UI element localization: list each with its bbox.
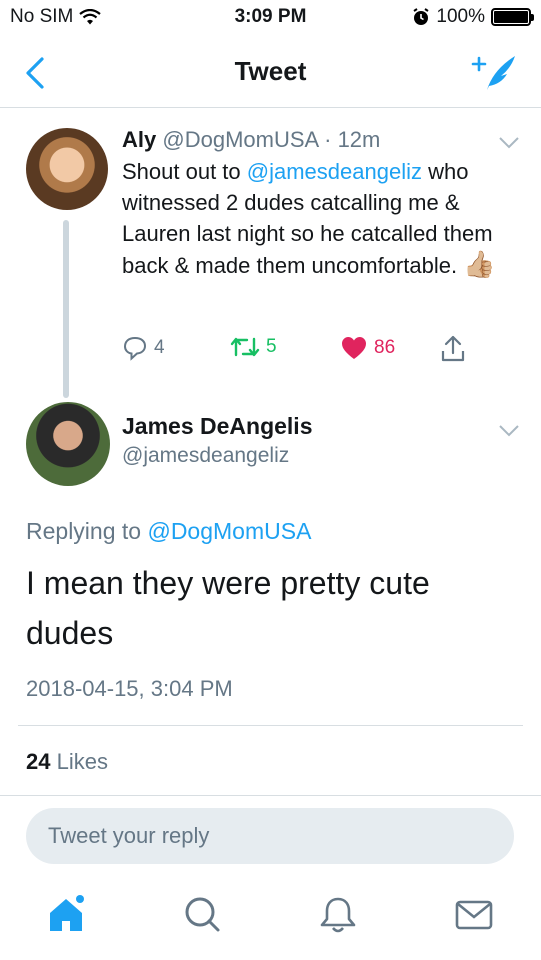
retweet-action[interactable]: 5: [230, 335, 277, 359]
messages-envelope-icon[interactable]: [452, 893, 496, 937]
share-action[interactable]: [440, 335, 466, 363]
heart-icon: [342, 337, 366, 359]
status-bar: No SIM 3:09 PM 100%: [0, 0, 541, 40]
reply-author-handle[interactable]: @jamesdeangeliz: [122, 444, 289, 468]
author-name[interactable]: Aly: [122, 127, 156, 152]
likes-count: 24: [26, 749, 51, 774]
thread-line: [63, 220, 69, 398]
like-action[interactable]: 86: [340, 335, 395, 361]
original-tweet-header: Aly @DogMomUSA · 12m: [122, 127, 380, 153]
chevron-down-icon[interactable]: [498, 136, 520, 150]
retweet-count: 5: [266, 336, 277, 357]
author-handle[interactable]: @DogMomUSA: [162, 127, 318, 152]
chevron-down-icon[interactable]: [498, 424, 520, 438]
retweet-icon: [230, 337, 260, 357]
reply-action[interactable]: 4: [122, 335, 165, 361]
tab-bar: [0, 875, 541, 960]
avatar-aly[interactable]: [26, 128, 108, 210]
reply-input[interactable]: [26, 808, 514, 864]
compose-tweet-icon[interactable]: [471, 52, 517, 94]
divider: [18, 725, 523, 726]
battery-fill: [494, 11, 528, 23]
reply-timestamp: 2018-04-15, 3:04 PM: [26, 676, 233, 701]
replying-to-mention[interactable]: @DogMomUSA: [147, 518, 311, 544]
battery-icon: [491, 8, 534, 26]
mention-link[interactable]: @jamesdeangeliz: [247, 159, 422, 184]
reply-count: 4: [154, 337, 165, 358]
battery-percent: 100%: [436, 6, 485, 27]
original-tweet-text: Shout out to @jamesdeangeliz who witness…: [122, 156, 522, 281]
home-icon[interactable]: [44, 893, 88, 937]
thumbs-up-emoji: 👍🏼: [463, 249, 496, 279]
like-count: 86: [374, 337, 396, 358]
avatar-james[interactable]: [26, 402, 110, 486]
tweet-text-start: Shout out to: [122, 159, 247, 184]
replying-prefix: Replying to: [26, 518, 148, 544]
search-icon[interactable]: [180, 893, 224, 937]
dot-separator: ·: [324, 127, 332, 152]
alarm-icon: [413, 8, 429, 25]
reply-author-name[interactable]: James DeAngelis: [122, 413, 312, 440]
tweet-actions: 4 5 86: [122, 335, 482, 367]
tweet-age: 12m: [337, 127, 381, 152]
replying-to-line: Replying to @DogMomUSA: [26, 518, 311, 545]
page-title: Tweet: [234, 56, 307, 86]
likes-label: Likes: [56, 749, 108, 774]
likes-summary[interactable]: 24 Likes: [26, 749, 108, 775]
status-right: 100%: [412, 6, 534, 28]
reply-icon: [123, 336, 147, 361]
reply-tweet-text: I mean they were pretty cute dudes: [26, 565, 430, 651]
reply-composer: [0, 795, 541, 875]
nav-bar: Tweet: [0, 40, 541, 108]
share-icon: [441, 335, 465, 362]
notifications-bell-icon[interactable]: [316, 893, 360, 937]
